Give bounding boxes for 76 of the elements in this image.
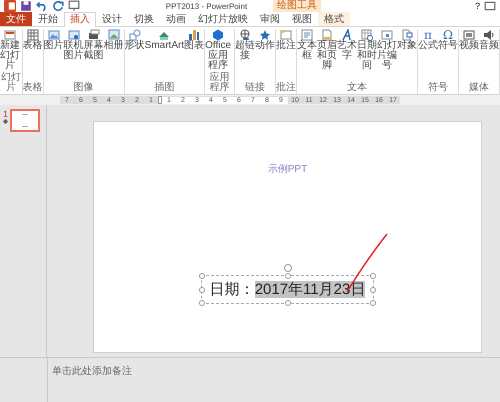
ribbon-button[interactable]: 日期和时间 bbox=[357, 29, 377, 71]
smartart-icon bbox=[158, 29, 170, 41]
slanted-stroke-icon bbox=[341, 29, 353, 41]
ribbon-button[interactable]: 屏幕截图 bbox=[84, 29, 104, 61]
speaker-icon bbox=[483, 29, 495, 41]
ribbon-tab[interactable]: 动画 bbox=[160, 12, 192, 26]
presentation-icon[interactable] bbox=[68, 0, 80, 12]
resize-handle[interactable] bbox=[198, 286, 205, 292]
ribbon-button[interactable]: 幻灯片编号 bbox=[377, 29, 397, 71]
ribbon-tab[interactable]: 文件 bbox=[0, 12, 32, 26]
context-tab-group-label: 绘图工具 bbox=[272, 0, 321, 12]
group-label: 表格 bbox=[22, 81, 43, 94]
group-label: 媒体 bbox=[468, 81, 490, 94]
ribbon-button[interactable]: 页眉和页脚 bbox=[317, 29, 337, 71]
ribbon-tab[interactable]: 格式 bbox=[318, 12, 350, 26]
chart-icon bbox=[188, 29, 200, 41]
ribbon-tab[interactable]: 切换 bbox=[128, 12, 160, 26]
slide-title: 示例PPT bbox=[268, 163, 308, 176]
ribbon-button[interactable]: Ω 符号 bbox=[438, 29, 458, 51]
group-label: 链接 bbox=[244, 81, 266, 94]
ribbon-button[interactable]: 新建幻灯片 bbox=[0, 29, 20, 71]
ribbon-button[interactable]: 批注 bbox=[276, 29, 296, 51]
ribbon-button[interactable]: 视频 bbox=[459, 29, 479, 51]
ribbon-tab[interactable]: 设计 bbox=[96, 12, 128, 26]
ribbon-tab[interactable]: 插入 bbox=[64, 12, 96, 27]
group-label: 图像 bbox=[72, 81, 95, 94]
resize-handle[interactable] bbox=[198, 273, 205, 279]
save-icon[interactable] bbox=[20, 0, 32, 12]
ribbon-button[interactable]: 相册 bbox=[104, 29, 124, 51]
app-logo-icon[interactable] bbox=[4, 0, 16, 12]
group-label: 文本 bbox=[346, 81, 368, 94]
rotate-handle[interactable] bbox=[284, 264, 292, 272]
photo-album-icon bbox=[108, 29, 120, 41]
group-label: 幻灯片 bbox=[0, 71, 22, 94]
undo-icon[interactable] bbox=[36, 0, 48, 12]
asterisk-icon bbox=[3, 119, 8, 124]
ribbon-button[interactable]: 图表 bbox=[184, 29, 204, 51]
star-icon bbox=[259, 29, 271, 41]
ribbon-button[interactable]: Office应用程序 bbox=[205, 29, 232, 71]
online-picture-icon bbox=[68, 29, 80, 41]
notes-placeholder[interactable]: 单击此处添加备注 bbox=[48, 358, 136, 402]
resize-handle[interactable] bbox=[370, 300, 376, 306]
resize-handle[interactable] bbox=[370, 273, 376, 279]
ribbon-button[interactable]: 形状 bbox=[124, 29, 145, 51]
ribbon-tab[interactable]: 开始 bbox=[32, 12, 64, 26]
picture-icon bbox=[48, 29, 60, 41]
restore-window-icon[interactable] bbox=[484, 0, 496, 12]
ribbon-tab[interactable]: 视图 bbox=[286, 12, 318, 26]
ribbon-button[interactable]: 超链接 bbox=[235, 29, 255, 61]
ribbon-button[interactable]: 艺术字 bbox=[337, 29, 357, 61]
ribbon-button[interactable]: 联机图片 bbox=[64, 29, 84, 61]
indent-marker[interactable] bbox=[158, 96, 162, 104]
resize-handle[interactable] bbox=[284, 273, 290, 279]
window-title: PPT2013 - PowerPoint bbox=[164, 2, 248, 10]
group-label: 应用程序 bbox=[208, 71, 231, 94]
resize-handle[interactable] bbox=[284, 300, 290, 306]
ribbon-button[interactable]: 对象 bbox=[397, 29, 417, 51]
ribbon-tab[interactable]: 幻灯片放映 bbox=[192, 12, 254, 26]
slide-thumbnail[interactable] bbox=[10, 109, 40, 132]
ribbon-button[interactable]: 动作 bbox=[255, 29, 275, 51]
ribbon-button[interactable]: 图片 bbox=[44, 29, 64, 51]
resize-handle[interactable] bbox=[198, 300, 205, 306]
ribbon-button[interactable]: 表格 bbox=[22, 29, 43, 51]
ribbon-button[interactable]: 文本框 bbox=[297, 29, 317, 61]
ribbon-tab[interactable]: 审阅 bbox=[254, 12, 286, 26]
hexagon-icon bbox=[212, 29, 224, 41]
group-label: 符号 bbox=[427, 81, 449, 94]
group-label: 插图 bbox=[153, 81, 176, 94]
help-button[interactable]: ? bbox=[474, 1, 480, 11]
slide-number: 1 bbox=[3, 109, 8, 119]
ribbon-button[interactable]: π 公式 bbox=[418, 29, 438, 51]
group-label: 批注 bbox=[276, 81, 296, 94]
ribbon-button[interactable]: SmartArt bbox=[144, 29, 184, 51]
resize-handle[interactable] bbox=[370, 286, 376, 292]
redo-icon[interactable] bbox=[52, 0, 64, 12]
ribbon-button[interactable]: 音频 bbox=[479, 29, 499, 51]
